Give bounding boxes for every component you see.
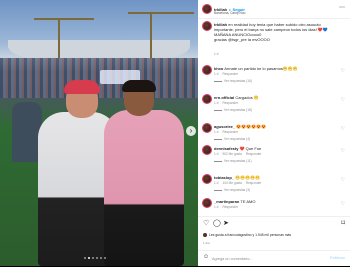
comment-username[interactable]: _martinparan xyxy=(214,199,239,204)
heart-icon[interactable]: ♡ xyxy=(341,97,345,103)
person-left-hair xyxy=(64,80,100,94)
add-comment-bar: ☺ Publicar xyxy=(198,250,350,267)
comment-username[interactable]: dennisafesty xyxy=(214,146,238,151)
share-icon[interactable]: ➤ xyxy=(223,220,229,228)
avatar[interactable] xyxy=(203,5,211,13)
caption-text: en realidad hoy tenia que haber subido o… xyxy=(214,22,328,37)
heart-icon[interactable]: ♡ xyxy=(341,148,345,154)
comment-username[interactable]: khxo xyxy=(214,66,223,71)
bookmark-icon[interactable]: ⌑ xyxy=(341,220,345,228)
reply-button[interactable]: Responder xyxy=(222,72,238,76)
comment-meta: 1 d Responder xyxy=(214,101,242,105)
comment-text: Armate un partido ke lo pasamos😁😁😁 xyxy=(224,66,298,71)
carousel-dot xyxy=(100,257,102,259)
comment-text-block: _martinparan TE AMO xyxy=(214,199,336,204)
post-header: trkillah • Seguir Barcelona, Camp Nou ⋯ xyxy=(198,0,350,19)
reply-button[interactable]: Responder xyxy=(222,130,238,134)
caption-text-block: trkillah en realidad hoy tenia que haber… xyxy=(214,22,336,42)
avatar[interactable] xyxy=(203,146,211,154)
avatar[interactable] xyxy=(203,66,211,74)
avatar[interactable] xyxy=(203,22,211,30)
crane-mast xyxy=(150,12,152,58)
comment-text-block: tobiaslop_ 😁😁😁😁😁 xyxy=(214,175,336,180)
comment-username[interactable]: agusoriee_ xyxy=(214,124,235,129)
comment-likes[interactable]: 902 Me gusta xyxy=(222,152,241,156)
reply-button[interactable]: Responder xyxy=(222,101,238,105)
caption-meta: 1 d xyxy=(214,52,222,56)
comment-time: 1 d xyxy=(214,101,219,105)
post-comment-button[interactable]: Publicar xyxy=(330,256,345,260)
reply-button[interactable]: Responder xyxy=(246,152,262,156)
more-horizontal-icon[interactable]: ⋯ xyxy=(339,4,345,11)
comment-text-block: khxo Armate un partido ke lo pasamos😁😁😁 xyxy=(214,66,336,71)
chevron-right-icon[interactable]: › xyxy=(186,126,196,136)
comment-text: 😍😍😍😍😍😍 xyxy=(236,124,267,129)
comment-icon[interactable]: ◯ xyxy=(213,220,221,228)
comment-meta: 1 d 104 Me gusta Responder xyxy=(214,181,265,185)
post-modal: › trkillah • Seguir Barcelona, Camp Nou … xyxy=(0,0,350,266)
heart-icon[interactable]: ♡ xyxy=(341,68,345,74)
avatar[interactable] xyxy=(203,175,211,183)
reply-button[interactable]: Responder xyxy=(222,205,238,209)
caption-time: 1 d xyxy=(214,52,219,56)
carousel-dot xyxy=(96,257,98,259)
comment-text-block: ern.official Cargados 😁 xyxy=(214,95,336,100)
avatar[interactable] xyxy=(203,95,211,103)
avatar[interactable] xyxy=(203,124,211,132)
comment-time: 1 d xyxy=(214,130,219,134)
heart-icon[interactable]: ♡ xyxy=(341,201,345,207)
person-right-hair xyxy=(122,80,156,92)
crane-mast xyxy=(58,18,60,58)
view-replies-button[interactable]: Ver respuestas (18) xyxy=(214,108,252,112)
heart-icon[interactable]: ♡ xyxy=(341,177,345,183)
carousel-dot xyxy=(104,257,106,259)
comment-input[interactable] xyxy=(212,255,322,262)
comment-meta: 1 d Responder xyxy=(214,72,242,76)
comment-time: 1 d xyxy=(214,72,219,76)
comment-time: 1 d xyxy=(214,181,219,185)
comment-text-block: dennisafesty ❤️ Que Fue xyxy=(214,146,336,151)
comment-meta: 1 d 902 Me gusta Responder xyxy=(214,152,265,156)
avatar[interactable] xyxy=(203,199,211,207)
avatar xyxy=(203,233,207,238)
carousel-dot-active xyxy=(88,257,90,259)
comment-username[interactable]: tobiaslop_ xyxy=(214,175,234,180)
heart-icon[interactable]: ♡ xyxy=(203,220,209,228)
crane-arm xyxy=(34,18,94,20)
comment-text: TE AMO xyxy=(240,199,256,204)
crane-arm xyxy=(128,12,194,14)
view-replies-button[interactable]: Ver respuestas (4) xyxy=(214,137,250,141)
comments-panel: trkillah • Seguir Barcelona, Camp Nou ⋯ … xyxy=(198,0,350,266)
comment-text: Cargados 😁 xyxy=(235,95,259,100)
comment-meta: 1 d Responder xyxy=(214,130,242,134)
post-photo: › xyxy=(0,0,198,266)
likes-text: Les gusta a francodagostino y 1.545 mil … xyxy=(208,233,292,237)
comment-username[interactable]: ern.official xyxy=(214,95,234,100)
emoji-icon[interactable]: ☺ xyxy=(203,254,209,260)
person-right-body xyxy=(104,110,184,266)
stadium-roof xyxy=(8,40,190,60)
reply-button[interactable]: Responder xyxy=(246,181,262,185)
comment-time: 1 d xyxy=(214,205,219,209)
comment-text-block: agusoriee_ 😍😍😍😍😍😍 xyxy=(214,124,336,129)
view-replies-button[interactable]: Ver respuestas (3) xyxy=(214,188,250,192)
view-replies-button[interactable]: Ver respuestas (11) xyxy=(214,159,252,163)
post-date: 1 día xyxy=(203,241,210,245)
carousel-dot xyxy=(84,257,86,259)
action-bar: ♡ ◯ ➤ ⌑ xyxy=(198,216,350,231)
comment-meta: 1 d Responder xyxy=(214,205,242,209)
comment-text: ❤️ Que Fue xyxy=(239,146,262,151)
carousel-dot xyxy=(92,257,94,259)
comment-time: 1 d xyxy=(214,152,219,156)
post-location[interactable]: Barcelona, Camp Nou xyxy=(214,11,245,15)
caption-extra: gracias @tsgr_pre la mvOOOO xyxy=(214,37,270,42)
carousel-dots xyxy=(84,257,106,259)
view-replies-button[interactable]: Ver respuestas (16) xyxy=(214,79,252,83)
likes-summary[interactable]: Les gusta a francodagostino y 1.545 mil … xyxy=(203,233,292,238)
comment-text: 😁😁😁😁😁 xyxy=(235,175,261,180)
comment-likes[interactable]: 104 Me gusta xyxy=(222,181,241,185)
heart-icon[interactable]: ♡ xyxy=(341,126,345,132)
